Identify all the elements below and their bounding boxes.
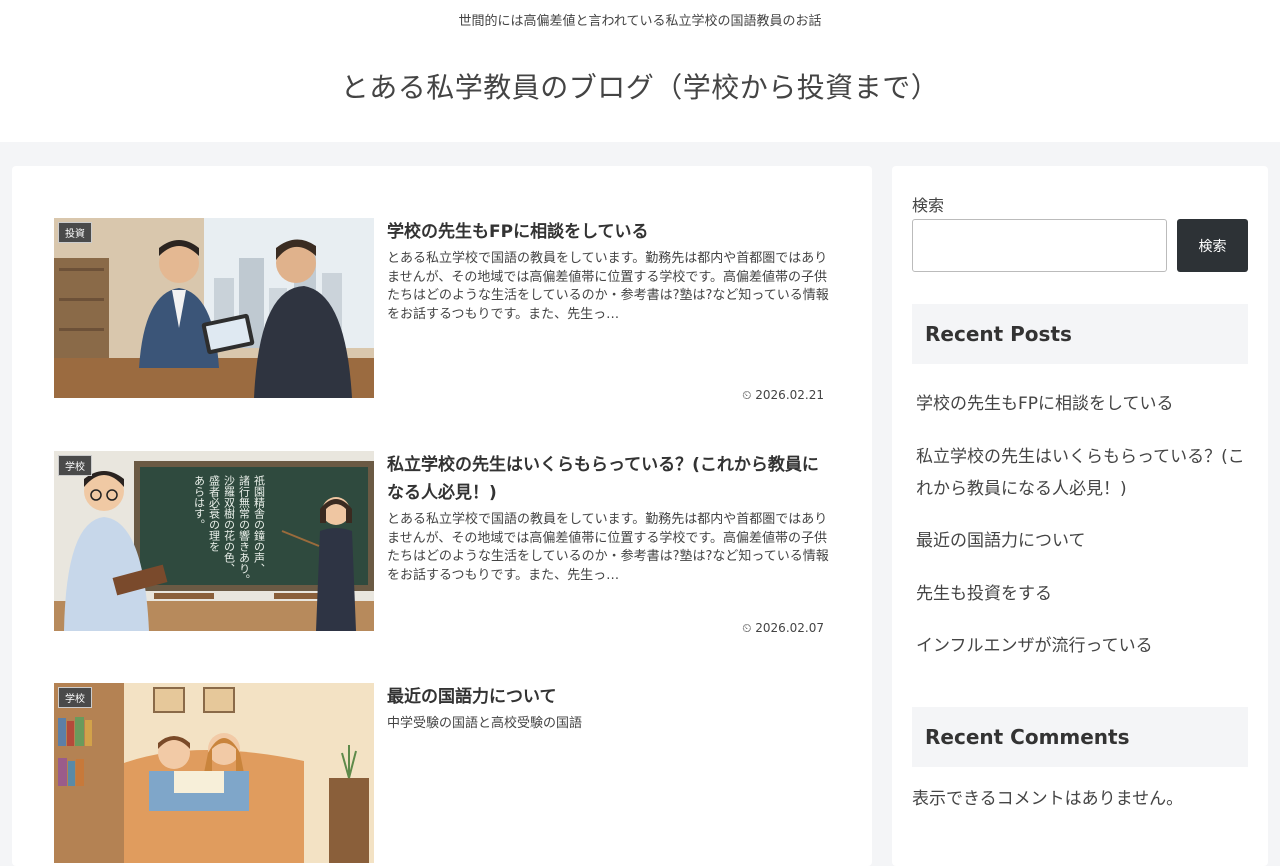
post-thumbnail[interactable]: 投資 [54,218,374,398]
search-input[interactable] [912,219,1167,272]
site-tagline: 世間的には高偏差値と言われている私立学校の国語教員のお話 [458,14,822,29]
post-date: ⏲ 2026.02.07 [742,621,824,635]
svg-text:あらはす。: あらはす。 [193,475,206,530]
no-comments-text: 表示できるコメントはありません。 [912,789,1184,809]
post-date: ⏲ 2026.02.21 [742,388,824,402]
clock-icon: ⏲ [742,621,752,635]
recent-post-link[interactable]: 先生も投資をする [916,578,1252,610]
category-badge[interactable]: 学校 [58,687,92,708]
post-card[interactable]: 祇園精舎の鐘の声、 諸行無常の響きあり。 沙羅双樹の花の色、 盛者必衰の理を あ… [54,451,832,635]
post-thumbnail[interactable]: 学校 [54,683,374,863]
post-excerpt: とある私立学校で国語の教員をしています。勤務先は都内や首都圏ではありませんが、そ… [387,251,829,322]
svg-text:盛者必衰の理を: 盛者必衰の理を [208,474,221,552]
post-list: 投資 学校の先生もFPに相談をしている とある私立学校で国語の教員をしています。… [12,166,872,866]
search-button[interactable]: 検索 [1177,219,1248,272]
sidebar: 検索 検索 Recent Posts 学校の先生もFPに相談をしている 私立学校… [892,166,1268,866]
svg-text:祇園精舎の鐘の声、: 祇園精舎の鐘の声、 [253,475,266,574]
recent-posts-list: 学校の先生もFPに相談をしている 私立学校の先生はいくらもらっている？(これから… [916,388,1252,683]
post-title[interactable]: 最近の国語力について [387,683,832,711]
site-header: 世間的には高偏差値と言われている私立学校の国語教員のお話 とある私学教員のブログ… [0,0,1280,142]
svg-text:沙羅双樹の花の色、: 沙羅双樹の花の色、 [223,475,236,574]
recent-posts-heading: Recent Posts [912,304,1248,364]
category-badge[interactable]: 投資 [58,222,92,243]
post-thumbnail[interactable]: 祇園精舎の鐘の声、 諸行無常の響きあり。 沙羅双樹の花の色、 盛者必衰の理を あ… [54,451,374,631]
recent-post-link[interactable]: インフルエンザが流行っている [916,630,1252,662]
svg-text:諸行無常の響きあり。: 諸行無常の響きあり。 [238,474,251,585]
recent-comments-heading: Recent Comments [912,707,1248,767]
recent-post-link[interactable]: 最近の国語力について [916,525,1252,557]
recent-post-link[interactable]: 私立学校の先生はいくらもらっている？(これから教員になる人必見！) [916,441,1252,505]
post-card[interactable]: 投資 学校の先生もFPに相談をしている とある私立学校で国語の教員をしています。… [54,218,832,402]
post-title[interactable]: 私立学校の先生はいくらもらっている？(これから教員になる人必見！) [387,451,832,507]
recent-post-link[interactable]: 学校の先生もFPに相談をしている [916,388,1252,420]
search-label: 検索 [912,196,945,215]
post-excerpt: とある私立学校で国語の教員をしています。勤務先は都内や首都圏ではありませんが、そ… [387,512,829,583]
post-card[interactable]: 学校 最近の国語力について 中学受験の国語と高校受験の国語 [54,683,832,863]
clock-icon: ⏲ [742,388,752,402]
site-title[interactable]: とある私学教員のブログ（学校から投資まで） [0,66,1280,106]
category-badge[interactable]: 学校 [58,455,92,476]
post-excerpt: 中学受験の国語と高校受験の国語 [387,716,583,731]
post-title[interactable]: 学校の先生もFPに相談をしている [387,218,832,246]
